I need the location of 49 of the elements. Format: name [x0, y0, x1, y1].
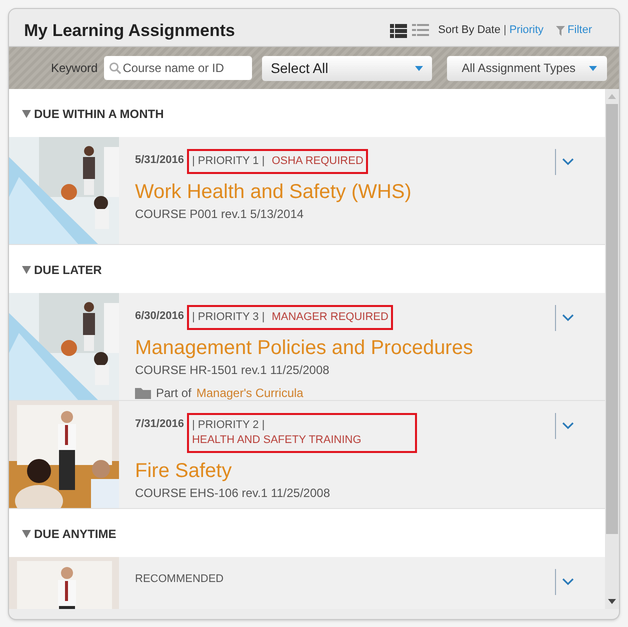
chevron-down-icon: [562, 422, 574, 430]
keyword-label: Keyword: [51, 60, 98, 77]
expand-button[interactable]: [555, 413, 574, 439]
keyword-field[interactable]: Course name or ID: [104, 56, 252, 80]
list-icon: [412, 24, 430, 38]
priority-label: | PRIORITY 2 |: [192, 418, 265, 433]
detail-view-button[interactable]: [390, 24, 408, 38]
recommended-label: RECOMMENDED: [135, 572, 225, 587]
types-dropdown[interactable]: All Assignment Types: [446, 56, 607, 80]
due-date: 5/31/2016: [135, 153, 184, 168]
priority-label: | PRIORITY 1 |: [192, 154, 265, 169]
triangle-icon: [22, 530, 31, 538]
section-header[interactable]: DUE ANYTIME: [9, 509, 116, 557]
caret-icon: [414, 66, 423, 70]
requirement-label: MANAGER REQUIRED: [272, 310, 388, 325]
sort-separator: |: [503, 23, 506, 38]
funnel-icon: [556, 26, 565, 36]
expand-button[interactable]: [555, 569, 574, 595]
section-header[interactable]: DUE WITHIN A MONTH: [9, 89, 164, 137]
priority-label: | PRIORITY 3 |: [192, 310, 265, 325]
triangle-icon: [22, 110, 31, 118]
part-of-label: Part of: [156, 385, 192, 400]
section-header[interactable]: DUE LATER: [9, 245, 102, 293]
due-date: 6/30/2016: [135, 309, 184, 324]
expand-button[interactable]: [555, 149, 574, 175]
course-code: COURSE HR-1501 rev.1 11/25/2008: [135, 362, 330, 379]
detail-list-icon: [390, 24, 408, 38]
course-code: COURSE P001 rev.1 5/13/2014: [135, 206, 305, 223]
expand-button[interactable]: [555, 305, 574, 331]
scroll-down-icon: [608, 599, 616, 604]
panel-title: My Learning Assignments: [24, 20, 236, 42]
chevron-down-icon: [562, 578, 574, 586]
chevron-down-icon: [562, 314, 574, 322]
requirement-label: HEALTH AND SAFETY TRAINING: [192, 433, 362, 448]
caret-icon: [588, 66, 597, 70]
scroll-thumb[interactable]: [606, 104, 618, 534]
sort-option[interactable]: Date: [477, 22, 500, 39]
scrollbar[interactable]: [605, 89, 619, 609]
scroll-up-icon: [608, 94, 616, 99]
list-view-button[interactable]: [412, 24, 430, 38]
search-icon: [108, 62, 121, 74]
requirement-label: OSHA REQUIRED: [272, 154, 364, 169]
course-code: COURSE EHS-106 rev.1 11/25/2008: [135, 485, 331, 502]
folder-icon: [135, 387, 151, 399]
chevron-down-icon: [562, 158, 574, 166]
due-date: 7/31/2016: [135, 417, 184, 432]
select-dropdown[interactable]: Select All: [262, 56, 432, 80]
triangle-icon: [22, 266, 31, 274]
sort-label: Sort By: [438, 23, 474, 38]
